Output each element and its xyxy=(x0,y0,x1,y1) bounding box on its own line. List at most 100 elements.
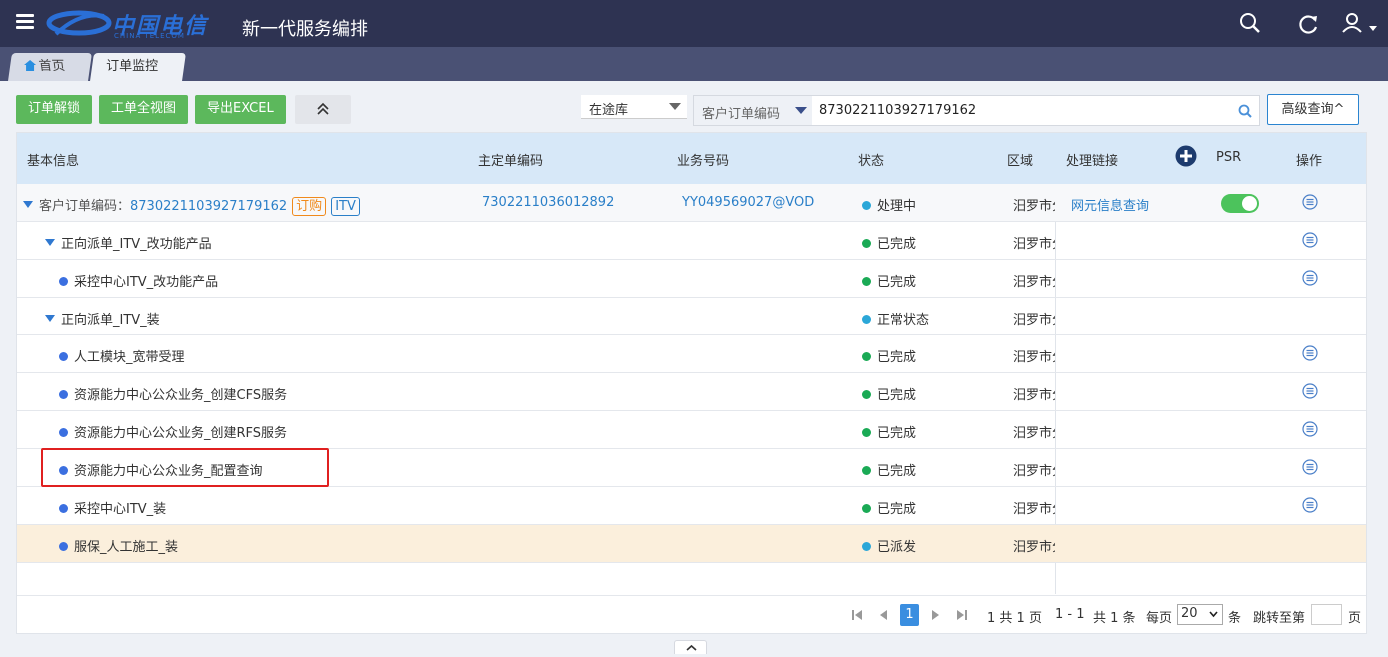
search-field-select[interactable]: 客户订单编码 xyxy=(694,96,812,125)
row-name: 正向派单_ITV_装 xyxy=(61,313,160,328)
psr-toggle[interactable] xyxy=(1221,194,1259,213)
tag-itv: ITV xyxy=(331,197,360,216)
status-cell: 已派发 xyxy=(862,536,916,555)
list-menu-icon[interactable] xyxy=(1302,194,1318,210)
highlight-annotation-box xyxy=(41,448,329,487)
customer-order-link[interactable]: 8730221103927179162 xyxy=(130,199,287,214)
table-row[interactable]: 服保_人工施工_装 已派发 汨罗市分 xyxy=(17,525,1366,563)
table-row[interactable]: 资源能力中心公众业务_创建RFS服务 已完成 汨罗市分 xyxy=(17,411,1366,449)
tab-order-monitor[interactable]: 订单监控 xyxy=(90,53,186,81)
row-name: 人工模块_宽带受理 xyxy=(74,350,185,365)
table-row[interactable]: 客户订单编码：8730221103927179162 订购 ITV 73022110… xyxy=(17,184,1366,222)
tab-bar: 首页 订单监控 xyxy=(0,47,1388,81)
table-row[interactable]: 采控中心ITV_改功能产品 已完成 汨罗市分 xyxy=(17,260,1366,298)
row-name-cell: 人工模块_宽带受理 xyxy=(59,346,185,365)
page-total: 1 共 1 页 xyxy=(987,611,1042,626)
row-name: 正向派单_ITV_改功能产品 xyxy=(61,237,212,252)
chevron-down-icon xyxy=(1209,611,1218,618)
list-menu-icon[interactable] xyxy=(1302,383,1318,399)
bullet-icon xyxy=(59,428,68,437)
per-page-unit: 条 xyxy=(1228,611,1242,626)
export-excel-button[interactable]: 导出EXCEL xyxy=(195,95,286,124)
header-region: 区域 xyxy=(1007,154,1034,169)
caret-down-icon[interactable] xyxy=(45,239,55,246)
china-telecom-logo: 中国电信 CHINA TELECOM xyxy=(46,6,230,42)
table-row[interactable]: 正向派单_ITV_改功能产品 已完成 汨罗市分 xyxy=(17,222,1366,260)
region-cell: 汨罗市分 xyxy=(1013,199,1055,214)
per-page-select[interactable]: 20 xyxy=(1177,604,1223,625)
tab-order-monitor-label: 订单监控 xyxy=(106,59,159,74)
status-text: 已完成 xyxy=(877,426,917,441)
row-name-cell: 资源能力中心公众业务_创建CFS服务 xyxy=(59,384,287,403)
header-psr: PSR xyxy=(1216,150,1242,165)
region-cell: 汨罗市分 xyxy=(1013,350,1055,365)
grid-header: 基本信息 主定单编码 业务号码 状态 区域 处理链接 PSR 操作 xyxy=(17,133,1366,184)
bullet-icon xyxy=(59,277,68,286)
tab-home[interactable]: 首页 xyxy=(8,53,92,81)
caret-down-icon[interactable] xyxy=(45,315,55,322)
status-dot xyxy=(862,239,871,248)
expand-panel-handle[interactable] xyxy=(674,640,707,654)
row-name: 采控中心ITV_装 xyxy=(74,502,167,517)
jump-page-input[interactable] xyxy=(1311,604,1342,625)
row-name-cell: 服保_人工施工_装 xyxy=(59,536,178,555)
status-cell: 已完成 xyxy=(862,384,916,403)
prev-page-icon[interactable] xyxy=(877,608,891,622)
status-dot xyxy=(862,277,871,286)
chevron-up-icon xyxy=(686,644,697,651)
header-link: 处理链接 xyxy=(1066,154,1119,169)
header-basic-info: 基本信息 xyxy=(27,154,80,169)
table-row[interactable]: 资源能力中心公众业务_创建CFS服务 已完成 汨罗市分 xyxy=(17,373,1366,411)
current-page[interactable]: 1 xyxy=(900,604,919,626)
main-order-link[interactable]: 7302211036012892 xyxy=(482,195,614,210)
user-menu-icon[interactable] xyxy=(1342,12,1382,34)
table-row[interactable]: 正向派单_ITV_装 正常状态 汨罗市分 xyxy=(17,298,1366,335)
row-name: 资源能力中心公众业务_创建CFS服务 xyxy=(74,388,288,403)
jump-label: 跳转至第 xyxy=(1253,611,1306,626)
refresh-icon[interactable] xyxy=(1298,13,1320,35)
list-menu-icon[interactable] xyxy=(1302,345,1318,361)
table-row[interactable]: 采控中心ITV_装 已完成 汨罗市分 xyxy=(17,487,1366,525)
list-menu-icon[interactable] xyxy=(1302,421,1318,437)
full-view-button[interactable]: 工单全视图 xyxy=(99,95,189,124)
list-menu-icon[interactable] xyxy=(1302,497,1318,513)
biz-no-link[interactable]: YY049569027@VOD xyxy=(682,195,814,210)
row-name-cell: 客户订单编码：8730221103927179162 订购 ITV xyxy=(23,195,360,216)
region-cell: 汨罗市分 xyxy=(1013,464,1055,479)
first-page-icon[interactable] xyxy=(850,608,864,622)
depot-select[interactable]: 在途库 xyxy=(581,95,687,119)
header-main-order: 主定单编码 xyxy=(478,154,544,169)
bullet-icon xyxy=(59,542,68,551)
row-name-cell: 正向派单_ITV_装 xyxy=(45,309,160,328)
search-input[interactable] xyxy=(814,96,1234,125)
status-text: 已完成 xyxy=(877,275,917,290)
status-dot xyxy=(862,201,871,210)
last-page-icon[interactable] xyxy=(955,608,969,622)
list-menu-icon[interactable] xyxy=(1302,459,1318,475)
status-cell: 处理中 xyxy=(862,195,916,214)
advanced-search-button[interactable]: 高级查询^ xyxy=(1267,94,1359,125)
header-ops: 操作 xyxy=(1296,154,1323,169)
app-title: 新一代服务编排 xyxy=(242,19,368,40)
search-box: 客户订单编码 xyxy=(693,95,1260,126)
add-column-icon[interactable] xyxy=(1175,145,1197,167)
collapse-toolbar-button[interactable] xyxy=(295,95,351,124)
status-text: 已完成 xyxy=(877,237,917,252)
status-dot xyxy=(862,390,871,399)
bullet-icon xyxy=(59,504,68,513)
search-icon[interactable] xyxy=(1239,12,1261,34)
table-row[interactable]: 人工模块_宽带受理 已完成 汨罗市分 xyxy=(17,335,1366,373)
row-name: 资源能力中心公众业务_创建RFS服务 xyxy=(74,426,288,441)
ne-info-query-link[interactable]: 网元信息查询 xyxy=(1071,195,1149,214)
row-name-cell: 采控中心ITV_装 xyxy=(59,498,166,517)
order-unlock-button[interactable]: 订单解锁 xyxy=(16,95,93,124)
list-menu-icon[interactable] xyxy=(1302,232,1318,248)
next-page-icon[interactable] xyxy=(928,608,942,622)
search-icon[interactable] xyxy=(1238,104,1252,118)
page-unit: 页 xyxy=(1348,611,1362,626)
list-menu-icon[interactable] xyxy=(1302,270,1318,286)
hamburger-menu-icon[interactable] xyxy=(16,14,34,30)
row-name-prefix: 客户订单编码： xyxy=(39,199,131,214)
caret-down-icon[interactable] xyxy=(23,201,33,208)
status-cell: 正常状态 xyxy=(862,309,929,328)
